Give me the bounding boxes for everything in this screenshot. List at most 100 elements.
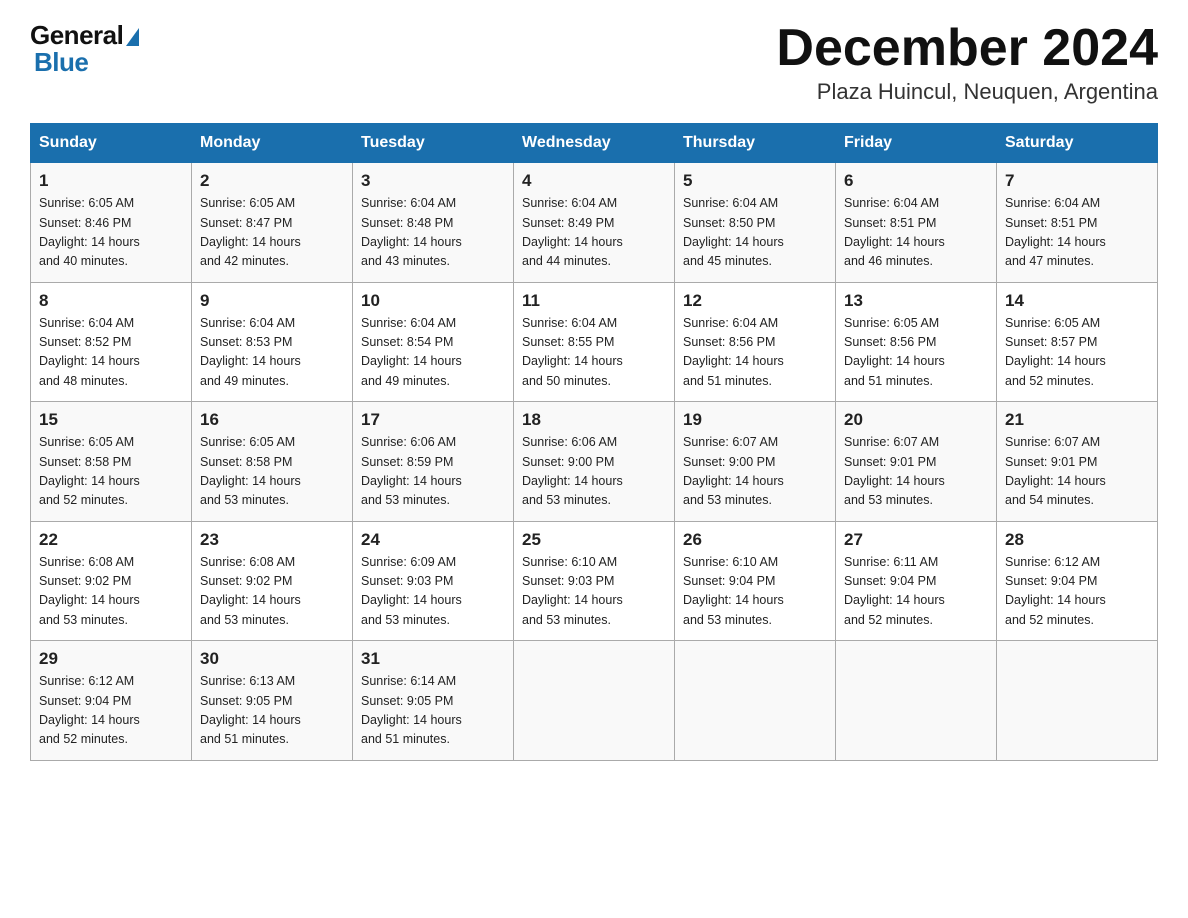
day-info: Sunrise: 6:04 AM Sunset: 8:55 PM Dayligh… [522, 314, 666, 392]
day-info: Sunrise: 6:04 AM Sunset: 8:56 PM Dayligh… [683, 314, 827, 392]
calendar-cell: 14 Sunrise: 6:05 AM Sunset: 8:57 PM Dayli… [997, 282, 1158, 402]
calendar-cell: 8 Sunrise: 6:04 AM Sunset: 8:52 PM Daylig… [31, 282, 192, 402]
calendar-week-4: 22 Sunrise: 6:08 AM Sunset: 9:02 PM Dayli… [31, 521, 1158, 641]
calendar-cell: 21Sunrise: 6:07 AM Sunset: 9:01 PM Dayli… [997, 402, 1158, 522]
weekday-header-sunday: Sunday [31, 124, 192, 163]
calendar-cell [836, 641, 997, 761]
weekday-header-monday: Monday [192, 124, 353, 163]
day-number: 8 [39, 291, 183, 311]
calendar-cell: 19 Sunrise: 6:07 AM Sunset: 9:00 PM Dayli… [675, 402, 836, 522]
day-info: Sunrise: 6:05 AM Sunset: 8:46 PM Dayligh… [39, 194, 183, 272]
day-number: 10 [361, 291, 505, 311]
calendar-cell: 11 Sunrise: 6:04 AM Sunset: 8:55 PM Dayli… [514, 282, 675, 402]
day-info: Sunrise: 6:04 AM Sunset: 8:48 PM Dayligh… [361, 194, 505, 272]
day-info: Sunrise: 6:07 AM Sunset: 9:01 PM Dayligh… [1005, 433, 1149, 511]
weekday-header-thursday: Thursday [675, 124, 836, 163]
day-info: Sunrise: 6:12 AM Sunset: 9:04 PM Dayligh… [1005, 553, 1149, 631]
page-header: General Blue December 2024 Plaza Huincul… [30, 20, 1158, 105]
title-block: December 2024 Plaza Huincul, Neuquen, Ar… [776, 20, 1158, 105]
day-info: Sunrise: 6:04 AM Sunset: 8:50 PM Dayligh… [683, 194, 827, 272]
day-number: 5 [683, 171, 827, 191]
day-number: 22 [39, 530, 183, 550]
calendar-cell: 26Sunrise: 6:10 AM Sunset: 9:04 PM Dayli… [675, 521, 836, 641]
calendar-cell: 17 Sunrise: 6:06 AM Sunset: 8:59 PM Dayli… [353, 402, 514, 522]
day-number: 31 [361, 649, 505, 669]
calendar-cell: 15Sunrise: 6:05 AM Sunset: 8:58 PM Dayli… [31, 402, 192, 522]
calendar-cell [675, 641, 836, 761]
weekday-header-wednesday: Wednesday [514, 124, 675, 163]
day-number: 1 [39, 171, 183, 191]
day-info: Sunrise: 6:04 AM Sunset: 8:51 PM Dayligh… [844, 194, 988, 272]
day-number: 9 [200, 291, 344, 311]
logo-triangle-icon [126, 28, 139, 46]
day-info: Sunrise: 6:07 AM Sunset: 9:01 PM Dayligh… [844, 433, 988, 511]
calendar-body: 1 Sunrise: 6:05 AM Sunset: 8:46 PM Daylig… [31, 163, 1158, 761]
calendar-cell: 7Sunrise: 6:04 AM Sunset: 8:51 PM Daylig… [997, 163, 1158, 283]
calendar-cell: 5 Sunrise: 6:04 AM Sunset: 8:50 PM Daylig… [675, 163, 836, 283]
day-number: 4 [522, 171, 666, 191]
calendar-week-2: 8 Sunrise: 6:04 AM Sunset: 8:52 PM Daylig… [31, 282, 1158, 402]
calendar-week-1: 1 Sunrise: 6:05 AM Sunset: 8:46 PM Daylig… [31, 163, 1158, 283]
calendar-cell: 2Sunrise: 6:05 AM Sunset: 8:47 PM Daylig… [192, 163, 353, 283]
weekday-header-row: SundayMondayTuesdayWednesdayThursdayFrid… [31, 124, 1158, 163]
calendar-cell: 31 Sunrise: 6:14 AM Sunset: 9:05 PM Dayli… [353, 641, 514, 761]
day-number: 19 [683, 410, 827, 430]
calendar-cell: 18 Sunrise: 6:06 AM Sunset: 9:00 PM Dayli… [514, 402, 675, 522]
day-number: 25 [522, 530, 666, 550]
calendar-week-3: 15 Sunrise: 6:05 AM Sunset: 8:58 PM Dayli… [31, 402, 1158, 522]
day-info: Sunrise: 6:10 AM Sunset: 9:03 PM Dayligh… [522, 553, 666, 631]
day-number: 15 [39, 410, 183, 430]
calendar-cell: 16 Sunrise: 6:05 AM Sunset: 8:58 PM Dayli… [192, 402, 353, 522]
day-number: 14 [1005, 291, 1149, 311]
logo: General Blue [30, 20, 139, 78]
day-info: Sunrise: 6:04 AM Sunset: 8:52 PM Dayligh… [39, 314, 183, 392]
weekday-header-saturday: Saturday [997, 124, 1158, 163]
day-info: Sunrise: 6:05 AM Sunset: 8:58 PM Dayligh… [200, 433, 344, 511]
day-info: Sunrise: 6:06 AM Sunset: 9:00 PM Dayligh… [522, 433, 666, 511]
day-number: 13 [844, 291, 988, 311]
day-number: 23 [200, 530, 344, 550]
day-number: 16 [200, 410, 344, 430]
day-info: Sunrise: 6:07 AM Sunset: 9:00 PM Dayligh… [683, 433, 827, 511]
calendar-cell [997, 641, 1158, 761]
day-info: Sunrise: 6:04 AM Sunset: 8:53 PM Dayligh… [200, 314, 344, 392]
day-info: Sunrise: 6:05 AM Sunset: 8:47 PM Dayligh… [200, 194, 344, 272]
day-info: Sunrise: 6:08 AM Sunset: 9:02 PM Dayligh… [200, 553, 344, 631]
day-number: 20 [844, 410, 988, 430]
day-number: 17 [361, 410, 505, 430]
logo-blue-text: Blue [34, 47, 88, 78]
calendar-header: SundayMondayTuesdayWednesdayThursdayFrid… [31, 124, 1158, 163]
day-info: Sunrise: 6:08 AM Sunset: 9:02 PM Dayligh… [39, 553, 183, 631]
calendar-cell: 24 Sunrise: 6:09 AM Sunset: 9:03 PM Dayli… [353, 521, 514, 641]
day-number: 6 [844, 171, 988, 191]
calendar-cell: 28 Sunrise: 6:12 AM Sunset: 9:04 PM Dayli… [997, 521, 1158, 641]
day-info: Sunrise: 6:09 AM Sunset: 9:03 PM Dayligh… [361, 553, 505, 631]
day-number: 24 [361, 530, 505, 550]
calendar-cell: 25 Sunrise: 6:10 AM Sunset: 9:03 PM Dayli… [514, 521, 675, 641]
day-number: 30 [200, 649, 344, 669]
day-info: Sunrise: 6:05 AM Sunset: 8:57 PM Dayligh… [1005, 314, 1149, 392]
day-info: Sunrise: 6:06 AM Sunset: 8:59 PM Dayligh… [361, 433, 505, 511]
day-number: 11 [522, 291, 666, 311]
day-number: 7 [1005, 171, 1149, 191]
day-info: Sunrise: 6:14 AM Sunset: 9:05 PM Dayligh… [361, 672, 505, 750]
calendar-cell: 27 Sunrise: 6:11 AM Sunset: 9:04 PM Dayli… [836, 521, 997, 641]
day-info: Sunrise: 6:11 AM Sunset: 9:04 PM Dayligh… [844, 553, 988, 631]
day-number: 18 [522, 410, 666, 430]
calendar-cell [514, 641, 675, 761]
day-info: Sunrise: 6:13 AM Sunset: 9:05 PM Dayligh… [200, 672, 344, 750]
calendar-cell: 29Sunrise: 6:12 AM Sunset: 9:04 PM Dayli… [31, 641, 192, 761]
weekday-header-friday: Friday [836, 124, 997, 163]
day-info: Sunrise: 6:04 AM Sunset: 8:49 PM Dayligh… [522, 194, 666, 272]
calendar-cell: 6 Sunrise: 6:04 AM Sunset: 8:51 PM Daylig… [836, 163, 997, 283]
day-number: 12 [683, 291, 827, 311]
day-number: 27 [844, 530, 988, 550]
day-number: 29 [39, 649, 183, 669]
day-info: Sunrise: 6:04 AM Sunset: 8:54 PM Dayligh… [361, 314, 505, 392]
calendar-cell: 13Sunrise: 6:05 AM Sunset: 8:56 PM Dayli… [836, 282, 997, 402]
day-number: 28 [1005, 530, 1149, 550]
calendar-cell: 10 Sunrise: 6:04 AM Sunset: 8:54 PM Dayli… [353, 282, 514, 402]
day-number: 26 [683, 530, 827, 550]
calendar-cell: 9 Sunrise: 6:04 AM Sunset: 8:53 PM Daylig… [192, 282, 353, 402]
calendar-cell: 20 Sunrise: 6:07 AM Sunset: 9:01 PM Dayli… [836, 402, 997, 522]
